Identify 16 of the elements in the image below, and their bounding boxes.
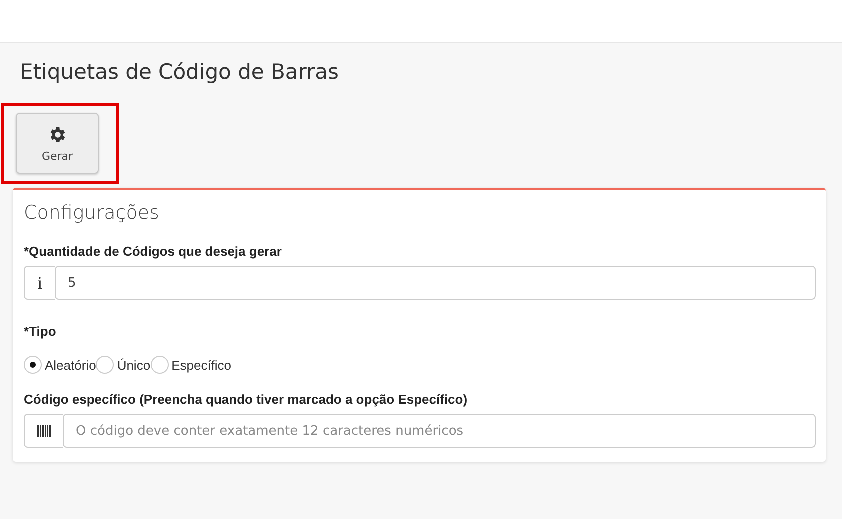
- radio-button[interactable]: [150, 356, 169, 374]
- code-input[interactable]: O código deve conter exatamente 12 caracteres numéricos: [63, 414, 816, 448]
- radio-label[interactable]: Aleatório: [45, 358, 96, 372]
- radio-label[interactable]: Específico: [172, 358, 232, 372]
- radio-label[interactable]: Único: [117, 358, 151, 372]
- field-label: Código específico (Preencha quando tiver marcado a opção Específico): [24, 392, 468, 407]
- generate-button[interactable]: Gerar: [16, 113, 99, 174]
- quantity-input[interactable]: 5: [55, 266, 816, 300]
- info-prefix: i: [37, 274, 43, 292]
- radio-button[interactable]: [24, 356, 42, 374]
- page-title: Etiquetas de Código de Barras: [19, 59, 340, 86]
- field-label: *Quantidade de Códigos que deseja gerar: [24, 244, 282, 259]
- card-title: Configurações: [24, 202, 160, 224]
- radio-button[interactable]: [96, 356, 114, 374]
- field-label: *Tipo: [24, 324, 56, 339]
- barcode-icon: [37, 425, 51, 437]
